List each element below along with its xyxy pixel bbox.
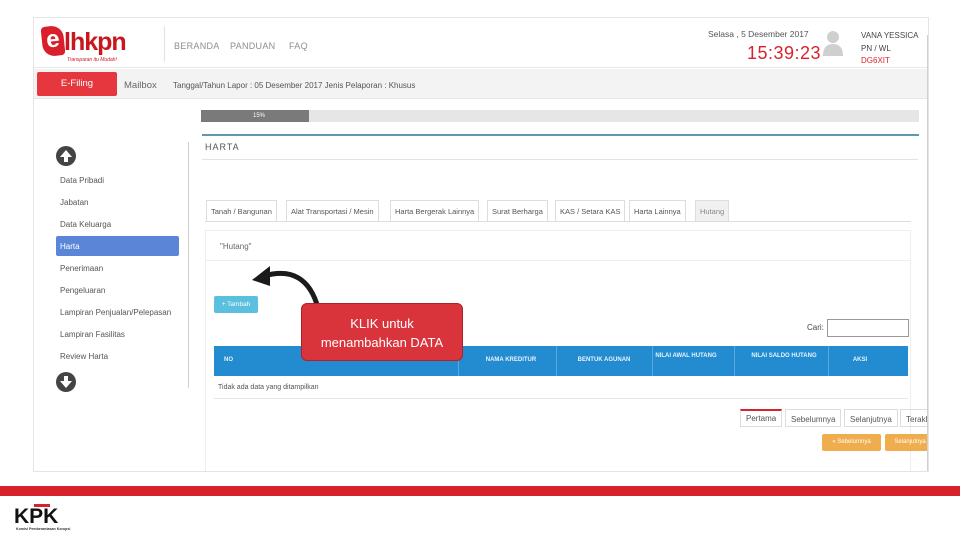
- empty-table-text: Tidak ada data yang ditampilkan: [218, 384, 319, 391]
- sidebar-item-penerimaan[interactable]: Penerimaan: [56, 258, 179, 278]
- search-input[interactable]: [827, 319, 909, 337]
- column-header-aksi[interactable]: AKSI: [830, 356, 890, 365]
- column-divider: [734, 346, 735, 376]
- tabs-baseline: [205, 221, 911, 222]
- scroll-up-icon[interactable]: [56, 146, 76, 166]
- mailbox-tab[interactable]: Mailbox: [124, 80, 157, 91]
- tab-harta-bergerak[interactable]: Harta Bergerak Lainnya: [390, 200, 480, 221]
- column-header-nama-kreditur[interactable]: NAMA KREDITUR: [466, 356, 556, 365]
- sidebar-item-data-keluarga[interactable]: Data Keluarga: [56, 214, 179, 234]
- column-header-no[interactable]: NO: [222, 356, 262, 365]
- kpk-logo-sub: Komisi Pemberantasan Korupsi: [16, 527, 71, 531]
- table-row: Tidak ada data yang ditampilkan: [214, 376, 908, 399]
- pager-last[interactable]: Terakhir: [900, 409, 928, 427]
- column-header-nilai-awal[interactable]: NILAI AWAL HUTANG: [654, 352, 718, 361]
- user-avatar-icon[interactable]: [822, 29, 844, 57]
- top-header: e lhkpn Transparan itu Mudah! BERANDA PA…: [34, 18, 928, 68]
- logo-mark[interactable]: e: [40, 24, 66, 58]
- search-label: Cari:: [807, 323, 824, 332]
- report-info: Tanggal/Tahun Lapor : 05 Desember 2017 J…: [173, 81, 416, 90]
- column-divider: [556, 346, 557, 376]
- user-info[interactable]: VANA YESSICA PN / WL DG6XIT: [861, 30, 919, 68]
- callout-line-1: KLIK untuk: [350, 316, 414, 331]
- section-rule: [202, 134, 919, 136]
- column-header-nilai-saldo[interactable]: NILAI SALDO HUTANG: [749, 352, 819, 361]
- current-date: Selasa , 5 Desember 2017: [708, 29, 809, 39]
- sidebar-item-data-pribadi[interactable]: Data Pribadi: [56, 170, 179, 190]
- footer-strip: [0, 486, 960, 496]
- section-divider: [202, 159, 918, 160]
- app-window: e lhkpn Transparan itu Mudah! BERANDA PA…: [33, 17, 929, 472]
- scrollbar[interactable]: [927, 35, 928, 471]
- sidebar-item-lampiran-fasilitas[interactable]: Lampiran Fasilitas: [56, 324, 179, 344]
- pager-previous[interactable]: Sebelumnya: [785, 409, 842, 427]
- pager-next[interactable]: Selanjutnya: [844, 409, 898, 427]
- kpk-logo-text: KPK: [14, 505, 58, 526]
- nav-panduan[interactable]: PANDUAN: [230, 41, 275, 51]
- logo-text[interactable]: lhkpn: [64, 28, 127, 57]
- column-header-bentuk-agunan[interactable]: BENTUK AGUNAN: [559, 356, 649, 365]
- progress-fill: 15%: [201, 110, 309, 122]
- tab-alat-transportasi[interactable]: Alat Transportasi / Mesin: [286, 200, 379, 221]
- panel-heading: "Hutang": [206, 231, 910, 261]
- user-code: DG6XIT: [861, 56, 890, 65]
- pager-first[interactable]: Pertama: [740, 409, 783, 427]
- sidebar-item-review-harta[interactable]: Review Harta: [56, 346, 179, 366]
- header-divider: [164, 26, 165, 62]
- sidebar-item-pengeluaran[interactable]: Pengeluaran: [56, 280, 179, 300]
- sidebar-item-lampiran-penjualan[interactable]: Lampiran Penjualan/Pelepasan: [56, 302, 179, 322]
- sub-navigation: E-Filing Mailbox Tanggal/Tahun Lapor : 0…: [34, 69, 928, 99]
- logo-tagline: Transparan itu Mudah!: [67, 57, 117, 63]
- kpk-logo-icon: KPK: [14, 504, 58, 526]
- tab-hutang[interactable]: Hutang: [695, 200, 730, 221]
- nav-faq[interactable]: FAQ: [289, 41, 308, 51]
- previous-button[interactable]: « Sebelumnya: [822, 434, 881, 451]
- next-button[interactable]: Selanjutnya »: [885, 434, 928, 451]
- nav-beranda[interactable]: BERANDA: [174, 41, 220, 51]
- column-divider: [652, 346, 653, 376]
- table-caption: "Hutang": [220, 242, 252, 251]
- current-time: 15:39:23: [747, 43, 822, 63]
- callout-box: KLIK untuk menambahkan DATA: [301, 303, 463, 361]
- user-role: PN / WL: [861, 43, 891, 53]
- tab-kas[interactable]: KAS / Setara KAS: [555, 200, 626, 221]
- sidebar-divider: [188, 142, 189, 388]
- progress-bar: 15%: [201, 110, 919, 122]
- sidebar-item-harta[interactable]: Harta: [56, 236, 179, 256]
- sidebar-item-jabatan[interactable]: Jabatan: [56, 192, 179, 212]
- user-name: VANA YESSICA: [861, 31, 919, 40]
- column-divider: [828, 346, 829, 376]
- tab-surat-berharga[interactable]: Surat Berharga: [487, 200, 548, 221]
- section-title: HARTA: [205, 142, 240, 152]
- tab-tanah-bangunan[interactable]: Tanah / Bangunan: [206, 200, 277, 221]
- scroll-down-icon[interactable]: [56, 372, 76, 392]
- efiling-tab[interactable]: E-Filing: [37, 72, 117, 96]
- callout-line-2: menambahkan DATA: [320, 335, 444, 350]
- tab-harta-lainnya[interactable]: Harta Lainnya: [629, 200, 686, 221]
